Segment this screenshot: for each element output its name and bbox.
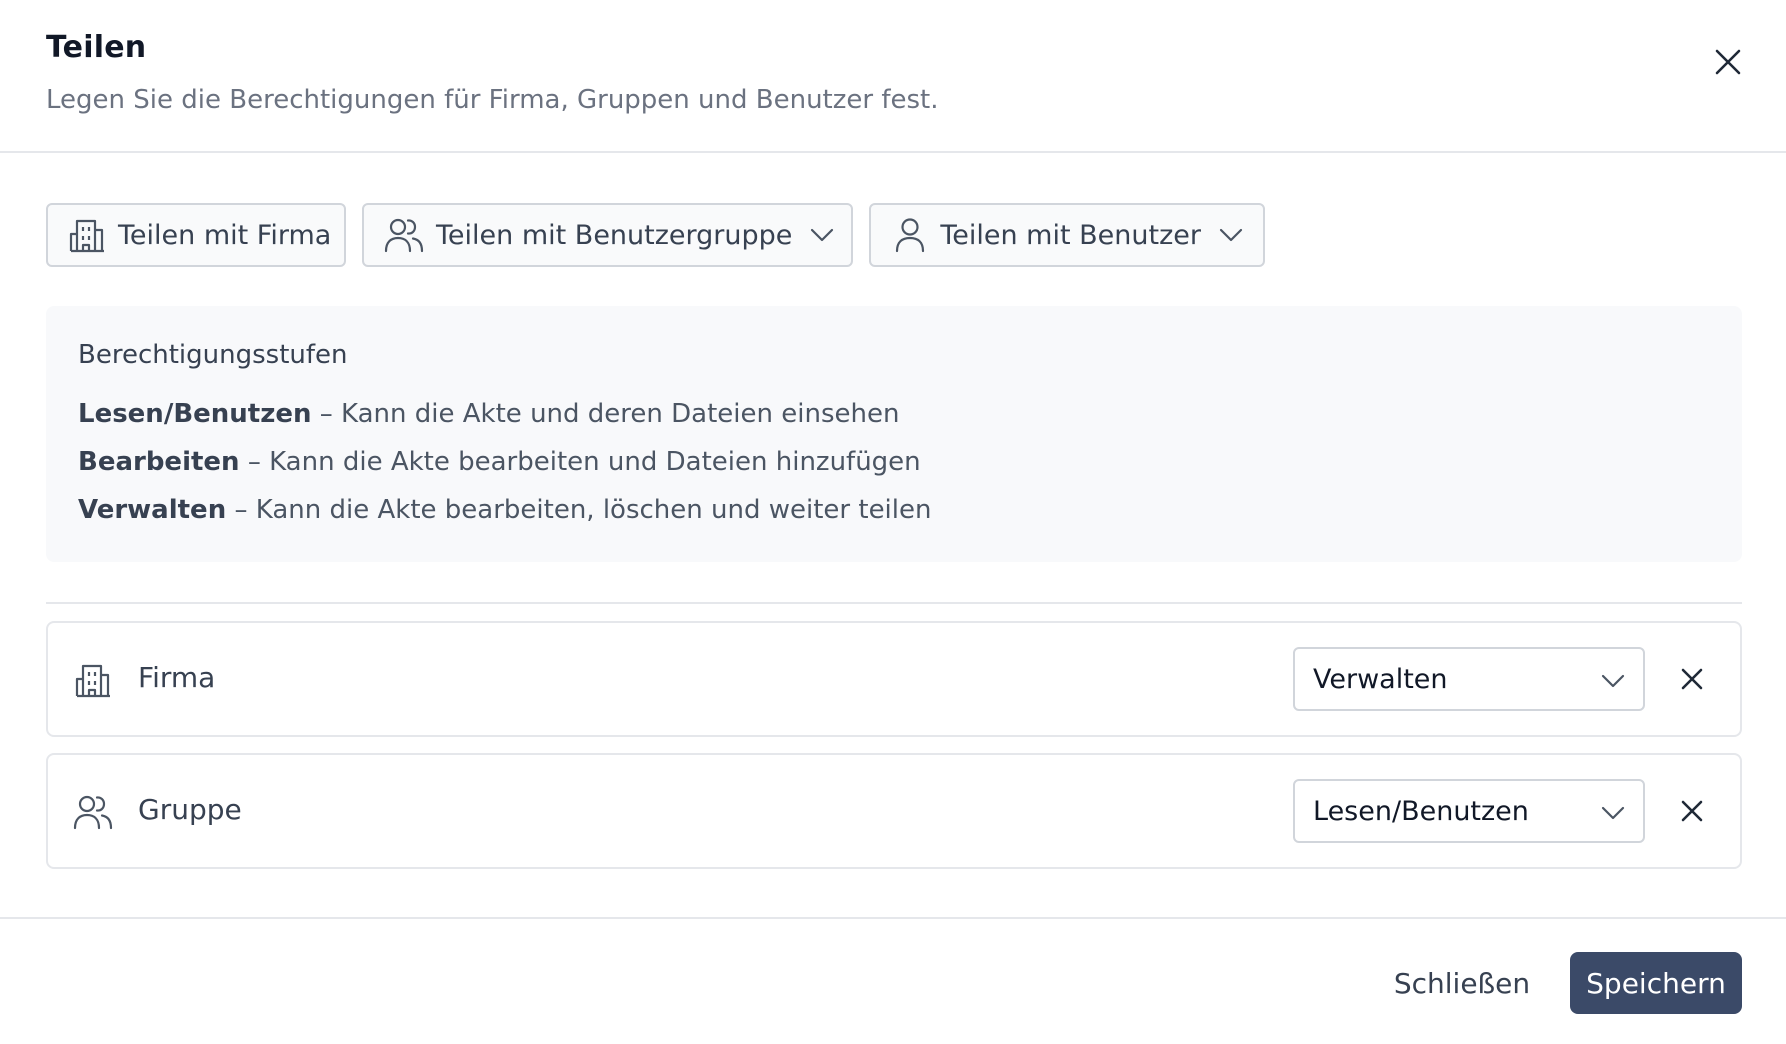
dialog-title: Teilen: [46, 30, 147, 65]
share-with-user-label: Teilen mit Benutzer: [940, 219, 1201, 251]
permission-target-label: Firma: [138, 661, 216, 694]
level-name: Verwalten: [78, 495, 227, 525]
chevron-down-icon: [810, 228, 834, 242]
chevron-down-icon: [1601, 796, 1625, 827]
building-icon: [72, 659, 114, 701]
level-description: – Kann die Akte bearbeiten und Dateien h…: [239, 447, 921, 477]
level-description: – Kann die Akte und deren Dateien einseh…: [311, 399, 900, 429]
permission-level-select[interactable]: Verwalten: [1293, 647, 1645, 711]
permission-level-select[interactable]: Lesen/Benutzen: [1293, 779, 1645, 843]
remove-permission-button[interactable]: [1670, 657, 1714, 701]
divider: [46, 602, 1742, 604]
level-description: – Kann die Akte bearbeiten, löschen und …: [226, 495, 932, 525]
permission-levels-info: Berechtigungsstufen Lesen/Benutzen – Kan…: [46, 306, 1742, 562]
share-with-company-label: Teilen mit Firma: [118, 219, 332, 251]
info-title: Berechtigungsstufen: [78, 340, 348, 370]
level-name: Lesen/Benutzen: [78, 399, 312, 429]
users-icon: [384, 215, 424, 255]
chevron-down-icon: [1601, 664, 1625, 695]
save-button[interactable]: Speichern: [1570, 952, 1742, 1014]
permission-row-group: Gruppe Lesen/Benutzen: [46, 753, 1742, 869]
share-with-company-button[interactable]: Teilen mit Firma: [46, 203, 346, 267]
level-read-line: Lesen/Benutzen – Kann die Akte und deren…: [78, 390, 1710, 438]
level-edit-line: Bearbeiten – Kann die Akte bearbeiten un…: [78, 438, 1710, 486]
selected-level: Lesen/Benutzen: [1313, 795, 1529, 827]
share-with-usergroup-label: Teilen mit Benutzergruppe: [436, 219, 793, 251]
share-with-usergroup-button[interactable]: Teilen mit Benutzergruppe: [362, 203, 853, 267]
close-button[interactable]: Schließen: [1382, 952, 1542, 1014]
share-with-user-button[interactable]: Teilen mit Benutzer: [869, 203, 1265, 267]
level-name: Bearbeiten: [78, 447, 240, 477]
close-icon[interactable]: [1706, 40, 1750, 84]
footer-divider: [0, 917, 1786, 919]
remove-permission-button[interactable]: [1670, 789, 1714, 833]
share-dialog: Teilen Legen Sie die Berechtigungen für …: [0, 0, 1786, 1044]
level-manage-line: Verwalten – Kann die Akte bearbeiten, lö…: [78, 486, 1710, 534]
dialog-header: Teilen Legen Sie die Berechtigungen für …: [0, 0, 1786, 153]
users-icon: [72, 791, 114, 833]
selected-level: Verwalten: [1313, 663, 1448, 695]
building-icon: [68, 215, 106, 255]
user-icon: [891, 215, 928, 255]
chevron-down-icon: [1219, 228, 1243, 242]
permission-row-company: Firma Verwalten: [46, 621, 1742, 737]
permission-target-label: Gruppe: [138, 793, 242, 826]
dialog-subtitle: Legen Sie die Berechtigungen für Firma, …: [46, 85, 939, 115]
